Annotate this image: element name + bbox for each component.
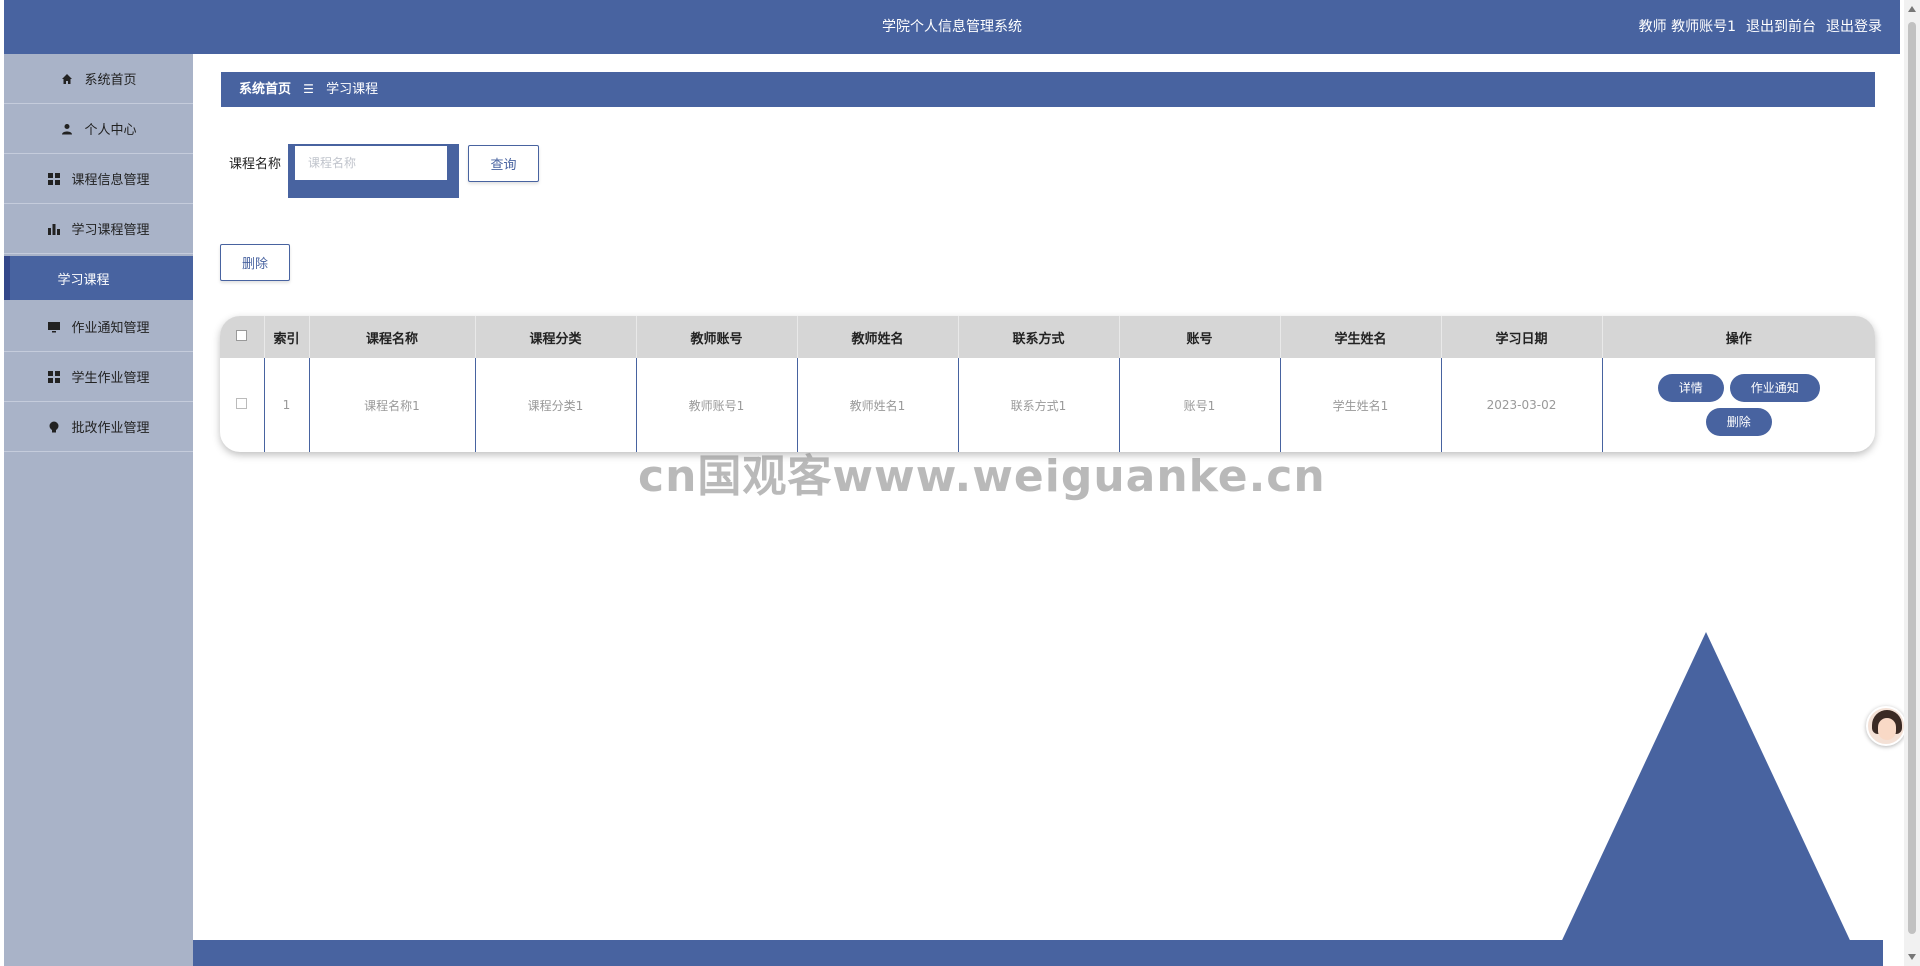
sidebar-item-course-info[interactable]: 课程信息管理 (4, 154, 193, 204)
exit-front-link[interactable]: 退出到前台 (1746, 0, 1816, 54)
app-title: 学院个人信息管理系统 (882, 19, 1022, 35)
sidebar-item-label: 学习课程管理 (71, 223, 150, 238)
column-header: 课程分类 (475, 316, 637, 358)
search-label: 课程名称 (229, 157, 282, 172)
sidebar-item-label: 个人中心 (84, 123, 137, 138)
sidebar-item-student-homework[interactable]: 学生作业管理 (4, 352, 193, 402)
sidebar-item-label: 系统首页 (84, 73, 137, 88)
top-header: 学院个人信息管理系统 教师 教师账号1 退出到前台 退出登录 (4, 0, 1900, 54)
monitor-icon (47, 320, 61, 334)
logout-link[interactable]: 退出登录 (1826, 0, 1882, 54)
breadcrumb-home[interactable]: 系统首页 (239, 82, 291, 97)
cell-student-name: 学生姓名1 (1280, 358, 1442, 452)
home-icon (60, 72, 74, 86)
sidebar: 系统首页 个人中心 课程信息管理 学习课程管理 学习课程 作业通知管理 学生作业… (4, 54, 193, 966)
cell-course-name: 课程名称1 (309, 358, 476, 452)
sidebar-item-label: 批改作业管理 (71, 421, 150, 436)
column-header: 联系方式 (958, 316, 1120, 358)
column-header: 学生姓名 (1280, 316, 1442, 358)
batch-delete-button[interactable]: 删除 (220, 244, 290, 281)
course-name-search-input[interactable] (295, 146, 447, 180)
bar-chart-icon (47, 222, 61, 236)
table-header-row: 索引 课程名称 课程分类 教师账号 教师姓名 联系方式 账号 学生姓名 学习日期… (220, 316, 1875, 358)
cell-teacher-name: 教师姓名1 (797, 358, 959, 452)
grid-icon (47, 370, 61, 384)
scroll-down-arrow-icon[interactable] (1908, 954, 1916, 960)
cell-study-date: 2023-03-02 (1441, 358, 1603, 452)
table-row: 1 课程名称1 课程分类1 教师账号1 教师姓名1 联系方式1 账号1 学生姓名… (220, 358, 1875, 452)
watermark-text: cn国观客www.weiguanke.cn (638, 451, 1326, 502)
column-header: 索引 (264, 316, 310, 358)
user-icon (60, 122, 74, 136)
course-table: 索引 课程名称 课程分类 教师账号 教师姓名 联系方式 账号 学生姓名 学习日期… (220, 316, 1875, 452)
vertical-scrollbar[interactable] (1904, 0, 1920, 966)
header-right: 教师 教师账号1 退出到前台 退出登录 (1639, 0, 1882, 54)
homework-notice-button[interactable]: 作业通知 (1729, 374, 1820, 402)
cell-account: 账号1 (1119, 358, 1281, 452)
grid-icon (47, 172, 61, 186)
cell-index: 1 (264, 358, 310, 452)
cell-contact: 联系方式1 (958, 358, 1120, 452)
bottom-bar (193, 940, 1883, 966)
column-header: 操作 (1725, 331, 1752, 347)
column-header: 教师姓名 (797, 316, 959, 358)
row-delete-button[interactable]: 删除 (1705, 408, 1772, 436)
sidebar-item-label: 学习课程 (57, 272, 110, 288)
column-header: 课程名称 (309, 316, 476, 358)
breadcrumb-current: 学习课程 (326, 82, 379, 97)
sidebar-item-homework-notice[interactable]: 作业通知管理 (4, 302, 193, 352)
sidebar-item-profile[interactable]: 个人中心 (4, 104, 193, 154)
assistant-avatar-icon[interactable] (1866, 706, 1906, 746)
column-header: 账号 (1119, 316, 1281, 358)
scrollbar-thumb[interactable] (1908, 22, 1916, 934)
scroll-up-arrow-icon[interactable] (1908, 6, 1916, 12)
breadcrumb-separator-icon: ☰ (303, 82, 314, 96)
bulb-icon (47, 420, 61, 434)
cell-course-category: 课程分类1 (475, 358, 637, 452)
sidebar-item-label: 作业通知管理 (71, 321, 150, 336)
app: 学院个人信息管理系统 教师 教师账号1 退出到前台 退出登录 系统首页 个人中心… (0, 0, 1920, 966)
row-checkbox[interactable] (220, 358, 265, 452)
sidebar-item-label: 学生作业管理 (71, 371, 150, 386)
sidebar-item-study-course-mgmt[interactable]: 学习课程管理 (4, 204, 193, 254)
select-all-checkbox[interactable] (220, 316, 265, 358)
column-header: 教师账号 (636, 316, 798, 358)
detail-button[interactable]: 详情 (1657, 374, 1724, 402)
sidebar-subitem-study-course[interactable]: 学习课程 (4, 256, 193, 300)
sidebar-item-label: 课程信息管理 (71, 173, 150, 188)
breadcrumb: 系统首页 ☰ 学习课程 (221, 72, 1875, 107)
cell-teacher-account: 教师账号1 (636, 358, 798, 452)
cell-operations: 详情 作业通知 删除 (1602, 358, 1875, 452)
current-user: 教师 教师账号1 (1638, 19, 1736, 35)
query-button[interactable]: 查询 (468, 145, 539, 182)
decorative-triangle (1550, 632, 1862, 966)
sidebar-item-home[interactable]: 系统首页 (4, 54, 193, 104)
sidebar-item-grade-homework[interactable]: 批改作业管理 (4, 402, 193, 452)
column-header: 学习日期 (1441, 316, 1603, 358)
